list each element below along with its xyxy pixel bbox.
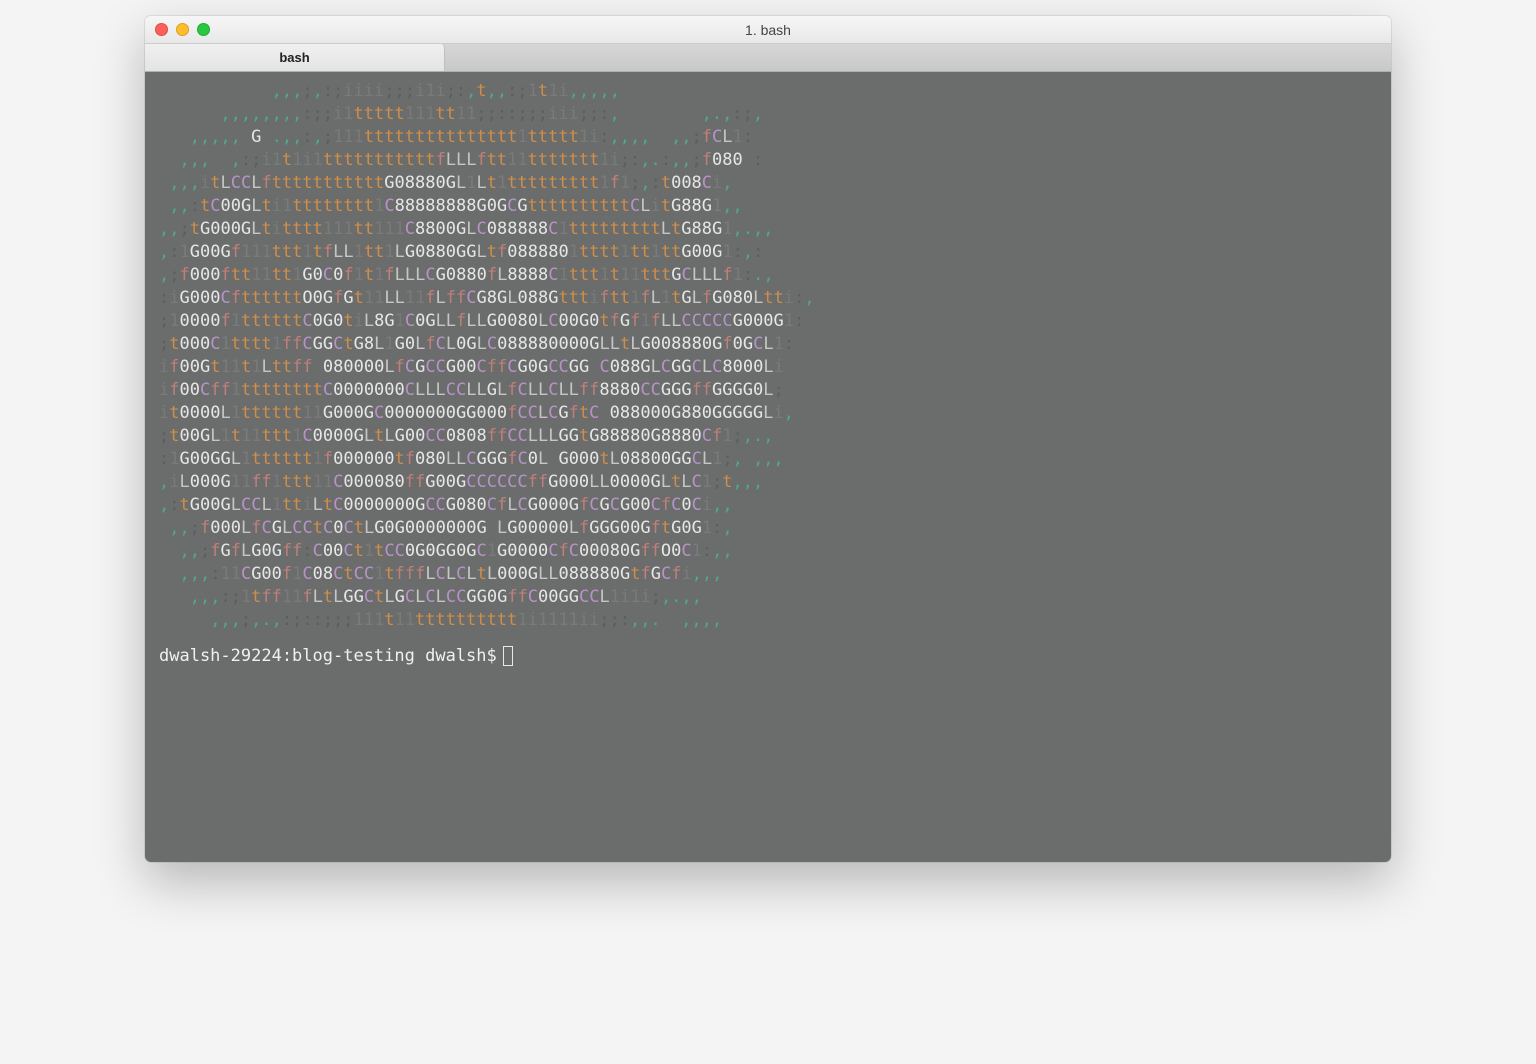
titlebar[interactable]: 1. bash: [145, 16, 1391, 44]
minimize-icon[interactable]: [176, 23, 189, 36]
close-icon[interactable]: [155, 23, 168, 36]
terminal-window: 1. bash bash ,,,;,:;iiii;;;i1i;:,t,,:;1t…: [145, 16, 1391, 862]
tab-bash[interactable]: bash: [145, 44, 445, 71]
shell-prompt-line: dwalsh-29224:blog-testing dwalsh$: [159, 646, 1377, 666]
tab-label: bash: [279, 50, 309, 65]
zoom-icon[interactable]: [197, 23, 210, 36]
terminal-viewport[interactable]: ,,,;,:;iiii;;;i1i;:,t,,:;1t1i,,,,, ,,,,,…: [145, 72, 1391, 862]
window-controls: [155, 23, 210, 36]
window-title: 1. bash: [745, 22, 791, 38]
terminal-output: ,,,;,:;iiii;;;i1i;:,t,,:;1t1i,,,,, ,,,,,…: [159, 80, 1377, 632]
shell-prompt-text: dwalsh-29224:blog-testing dwalsh$: [159, 646, 497, 666]
tab-bar: bash: [145, 44, 1391, 72]
cursor-icon: [503, 646, 513, 666]
